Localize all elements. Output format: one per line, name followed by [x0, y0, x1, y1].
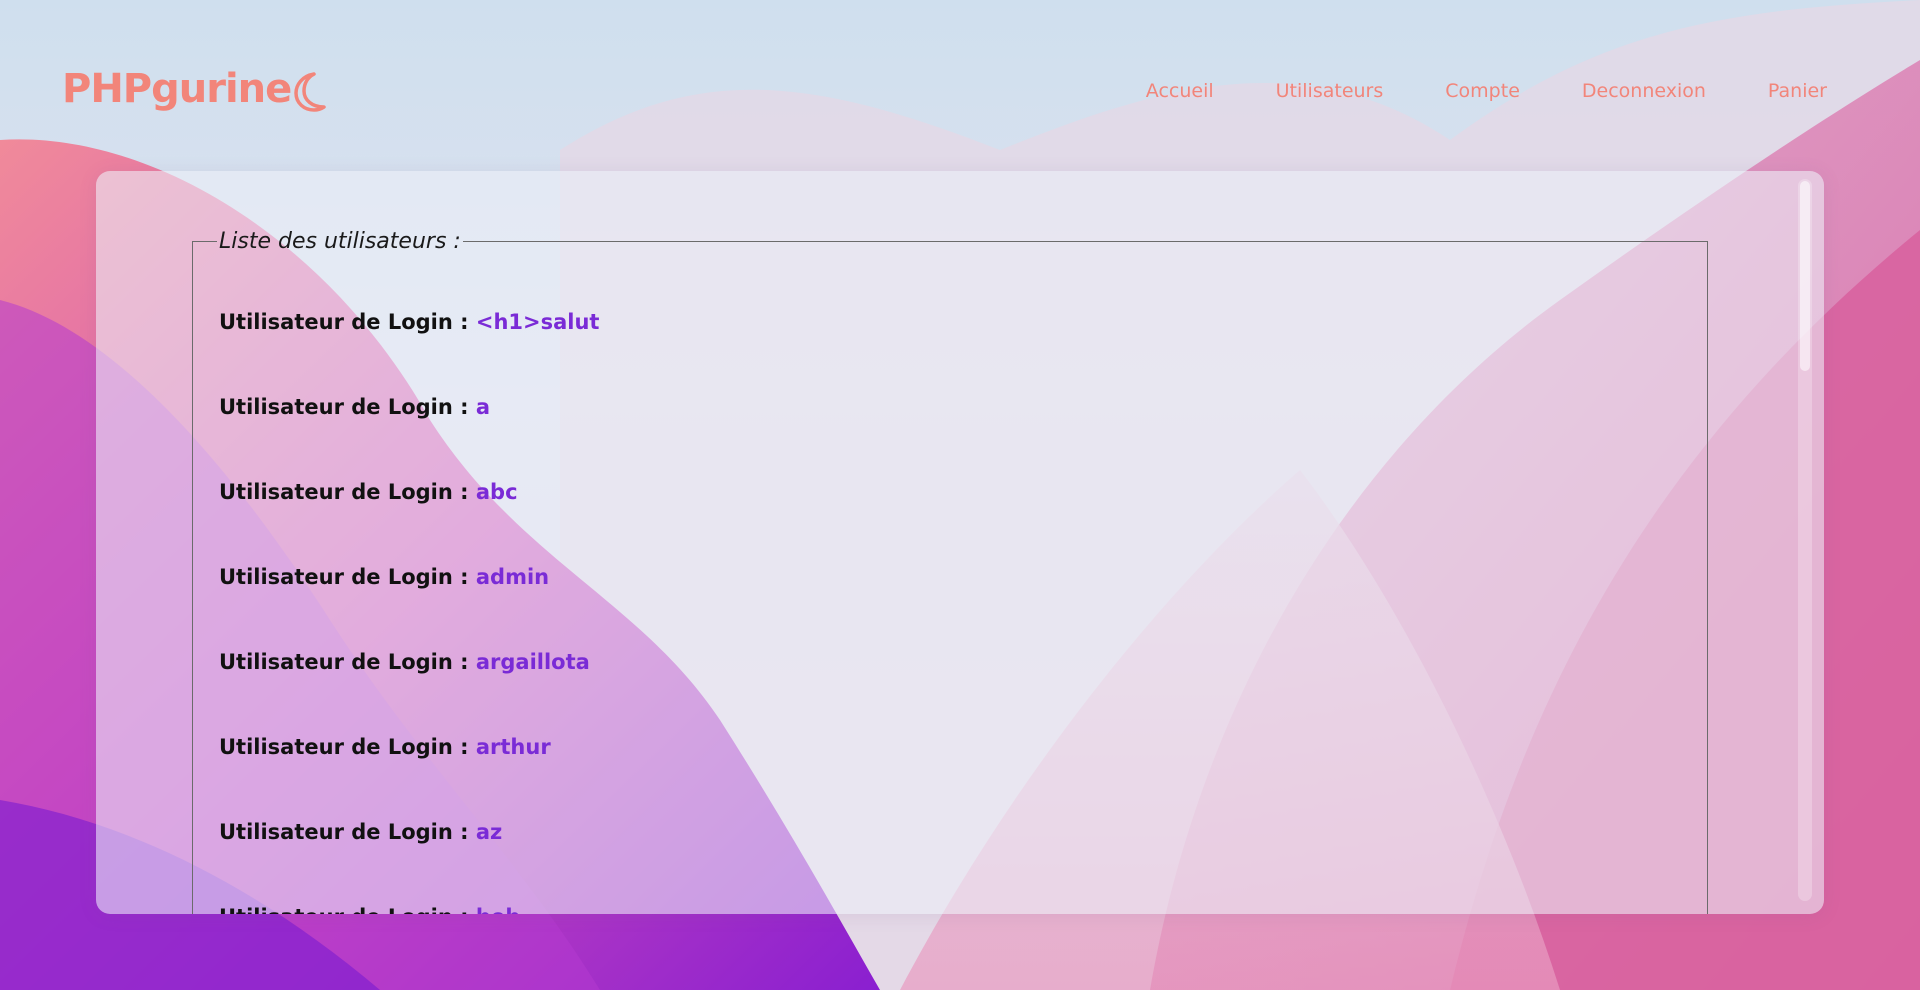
list-item: Utilisateur de Login : argaillota: [219, 652, 599, 737]
row-label: Utilisateur de Login :: [219, 395, 476, 419]
vertical-scrollbar[interactable]: [1798, 179, 1812, 901]
top-navigation-bar: PHPgurine Accueil Utilisateurs Compte De…: [0, 0, 1920, 170]
login-value: az: [475, 820, 503, 844]
nav-deconnexion[interactable]: Deconnexion: [1582, 80, 1706, 102]
login-value: bob: [476, 905, 521, 915]
login-value: admin: [475, 565, 550, 589]
list-item: Utilisateur de Login : bob: [219, 905, 599, 915]
nav-utilisateurs[interactable]: Utilisateurs: [1276, 80, 1384, 102]
main-nav: Accueil Utilisateurs Compte Deconnexion …: [1146, 80, 1827, 102]
moon-icon[interactable]: [288, 70, 328, 114]
users-fieldset: Liste des utilisateurs : Utilisateur de …: [192, 229, 1708, 914]
list-item: Utilisateur de Login : abc: [219, 482, 599, 567]
scrollbar-thumb[interactable]: [1800, 181, 1810, 371]
login-value: a: [475, 395, 491, 419]
login-value: arthur: [475, 735, 551, 759]
list-item: Utilisateur de Login : arthur: [219, 737, 599, 822]
nav-accueil[interactable]: Accueil: [1146, 80, 1214, 102]
list-item: Utilisateur de Login : admin: [219, 567, 599, 652]
brand-logo[interactable]: PHPgurine: [62, 66, 292, 112]
users-legend: Liste des utilisateurs :: [219, 229, 461, 254]
user-list: Utilisateur de Login : <h1>salut Utilisa…: [219, 312, 599, 915]
row-label: Utilisateur de Login :: [219, 650, 476, 674]
row-label: Utilisateur de Login :: [219, 480, 476, 504]
nav-panier[interactable]: Panier: [1768, 80, 1827, 102]
login-value: abc: [475, 480, 518, 504]
login-value: <h1>salut: [475, 310, 600, 334]
nav-compte[interactable]: Compte: [1445, 80, 1520, 102]
row-label: Utilisateur de Login :: [219, 905, 476, 915]
list-item: Utilisateur de Login : <h1>salut: [219, 312, 599, 397]
row-label: Utilisateur de Login :: [219, 310, 476, 334]
content-panel: Liste des utilisateurs : Utilisateur de …: [96, 171, 1824, 914]
list-item: Utilisateur de Login : a: [219, 397, 599, 482]
list-item: Utilisateur de Login : az: [219, 822, 599, 907]
row-label: Utilisateur de Login :: [219, 735, 476, 759]
row-label: Utilisateur de Login :: [219, 565, 476, 589]
row-label: Utilisateur de Login :: [219, 820, 476, 844]
login-value: argaillota: [475, 650, 590, 674]
